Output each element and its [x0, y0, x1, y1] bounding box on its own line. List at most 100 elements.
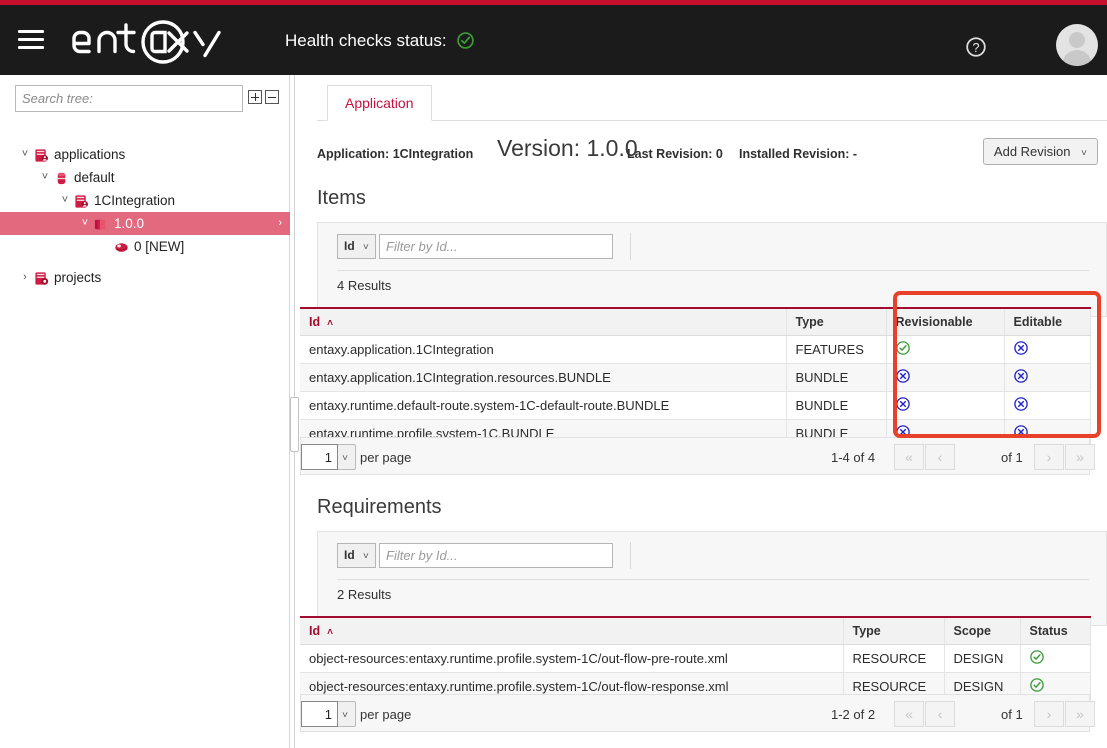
requirements-per-page-label: per page	[360, 707, 411, 722]
tree-search-row	[0, 85, 290, 115]
items-page-number-input[interactable]	[301, 444, 338, 470]
splitter-grip[interactable]	[290, 397, 299, 452]
help-question-circle-icon[interactable]: ?	[965, 36, 987, 61]
requirements-last-page-button[interactable]: »	[1065, 701, 1095, 727]
add-revision-button[interactable]: Add Revision ˅	[983, 138, 1098, 165]
items-next-page-button[interactable]: ›	[1034, 444, 1064, 470]
hamburger-bar	[18, 46, 44, 49]
table-row[interactable]: object-resources:entaxy.runtime.profile.…	[300, 645, 1090, 673]
requirements-col-scope[interactable]: Scope	[944, 617, 1020, 645]
tab-underline	[317, 120, 1107, 121]
tree-item-label: applications	[54, 143, 125, 166]
application-folder-icon	[34, 147, 49, 162]
chevron-down-icon: ˅	[342, 710, 348, 721]
tree-twisty-icon[interactable]: ˅	[58, 189, 72, 212]
items-cell-editable	[1004, 336, 1090, 364]
items-per-page-label: per page	[360, 450, 411, 465]
meta-application: Application: 1CIntegration	[317, 147, 473, 161]
items-col-id[interactable]: Id˄	[300, 308, 786, 336]
requirements-cell-id: object-resources:entaxy.runtime.profile.…	[300, 645, 843, 673]
requirements-page-number-input[interactable]	[301, 701, 338, 727]
user-avatar[interactable]	[1056, 24, 1098, 66]
main-content: Application Application: 1CIntegration V…	[300, 75, 1107, 748]
items-cell-type: BUNDLE	[786, 392, 886, 420]
requirements-filter-input[interactable]	[379, 543, 613, 568]
meta-version: Version: 1.0.0	[497, 135, 638, 162]
check-circle-green-icon	[1030, 678, 1044, 695]
items-filter-bar: Id ˅	[318, 223, 1107, 270]
avatar-body	[1062, 50, 1092, 66]
items-first-page-button[interactable]: «	[894, 444, 924, 470]
health-checks-label: Health checks status:	[285, 31, 447, 50]
items-col-editable[interactable]: Editable	[1004, 308, 1090, 336]
panel-splitter[interactable]	[290, 75, 300, 748]
items-section-title: Items	[317, 187, 366, 210]
items-col-type[interactable]: Type	[786, 308, 886, 336]
items-cell-type: FEATURES	[786, 336, 886, 364]
tree-item-1cintegration[interactable]: ˅ 1CIntegration	[0, 189, 290, 212]
items-cell-id: entaxy.runtime.default-route.system-1C-d…	[300, 392, 786, 420]
top-header-bar: Health checks status: ?	[0, 0, 1107, 75]
table-row[interactable]: entaxy.runtime.default-route.system-1C-d…	[300, 392, 1090, 420]
requirements-table-header-row: Id ˄ Type Scope Status	[300, 617, 1090, 645]
chevron-down-icon: ˅	[1081, 148, 1087, 159]
tree-item-version-1-0-0[interactable]: ˅ 1.0.0 ›	[0, 212, 290, 235]
application-meta-row: Application: 1CIntegration Version: 1.0.…	[317, 137, 1107, 175]
requirements-pagination-bar: 10 ˅ per page 1-2 of 2 « ‹ of 1 › »	[300, 694, 1090, 732]
requirements-section-title: Requirements	[317, 496, 442, 519]
add-revision-label: Add Revision	[994, 144, 1071, 159]
check-circle-green-icon	[457, 32, 474, 54]
tree-item-projects[interactable]: › projects	[0, 266, 290, 289]
tree-item-label: 1.0.0	[114, 212, 144, 235]
items-of-label: of 1	[1001, 450, 1023, 465]
tree-twisty-icon[interactable]: ˅	[38, 166, 52, 189]
filter-rule	[337, 270, 1089, 271]
tree-row-chevron-icon[interactable]: ›	[278, 212, 282, 235]
entaxy-logo[interactable]	[68, 19, 228, 65]
database-icon	[54, 170, 69, 185]
tree-twisty-icon[interactable]: ˅	[18, 143, 32, 166]
items-table: Id˄ Type Revisionable Editable entaxy.ap…	[300, 307, 1091, 448]
tree-twisty-icon[interactable]: ˅	[78, 212, 92, 235]
sort-asc-icon: ˄	[327, 627, 333, 638]
expand-all-icon[interactable]	[248, 90, 262, 104]
x-circle-blue-icon	[896, 369, 910, 386]
items-last-page-button[interactable]: »	[1065, 444, 1095, 470]
col-label: Id	[309, 624, 320, 638]
table-row[interactable]: entaxy.application.1CIntegration FEATURE…	[300, 336, 1090, 364]
requirements-cell-type: RESOURCE	[843, 645, 944, 673]
hamburger-bar	[18, 30, 44, 33]
requirements-col-status[interactable]: Status	[1020, 617, 1090, 645]
filter-divider	[630, 233, 631, 260]
check-circle-green-icon	[1030, 650, 1044, 667]
requirements-col-type[interactable]: Type	[843, 617, 944, 645]
requirements-col-id[interactable]: Id ˄	[300, 617, 843, 645]
requirements-filter-field-select[interactable]: Id ˅	[337, 543, 376, 568]
chevron-down-icon: ˅	[363, 242, 369, 253]
items-col-revisionable[interactable]: Revisionable	[886, 308, 1004, 336]
tree-twisty-icon[interactable]: ›	[18, 266, 32, 289]
items-prev-page-button[interactable]: ‹	[925, 444, 955, 470]
table-row[interactable]: entaxy.application.1CIntegration.resourc…	[300, 364, 1090, 392]
health-checks-status: Health checks status:	[285, 31, 474, 54]
tab-strip: Application	[317, 85, 1107, 121]
tree-item-revision-0-new[interactable]: 0 [NEW]	[0, 235, 290, 258]
search-tree-input[interactable]	[15, 85, 243, 112]
projects-folder-icon	[34, 270, 49, 285]
requirements-prev-page-button[interactable]: ‹	[925, 701, 955, 727]
tree-item-applications[interactable]: ˅ applications	[0, 143, 290, 166]
requirements-filter-field-label: Id	[344, 548, 355, 562]
items-cell-id: entaxy.application.1CIntegration.resourc…	[300, 364, 786, 392]
requirements-cell-scope: DESIGN	[944, 645, 1020, 673]
revision-icon	[114, 239, 129, 254]
tree-item-label: default	[74, 166, 115, 189]
requirements-first-page-button[interactable]: «	[894, 701, 924, 727]
collapse-all-icon[interactable]	[265, 90, 279, 104]
tree-item-default[interactable]: ˅ default	[0, 166, 290, 189]
items-filter-field-select[interactable]: Id ˅	[337, 234, 376, 259]
tab-application[interactable]: Application	[327, 85, 432, 121]
requirements-next-page-button[interactable]: ›	[1034, 701, 1064, 727]
items-filter-input[interactable]	[379, 234, 613, 259]
hamburger-menu-icon[interactable]	[18, 30, 44, 50]
requirements-filter-panel: Id ˅ 2 Results	[317, 531, 1107, 626]
